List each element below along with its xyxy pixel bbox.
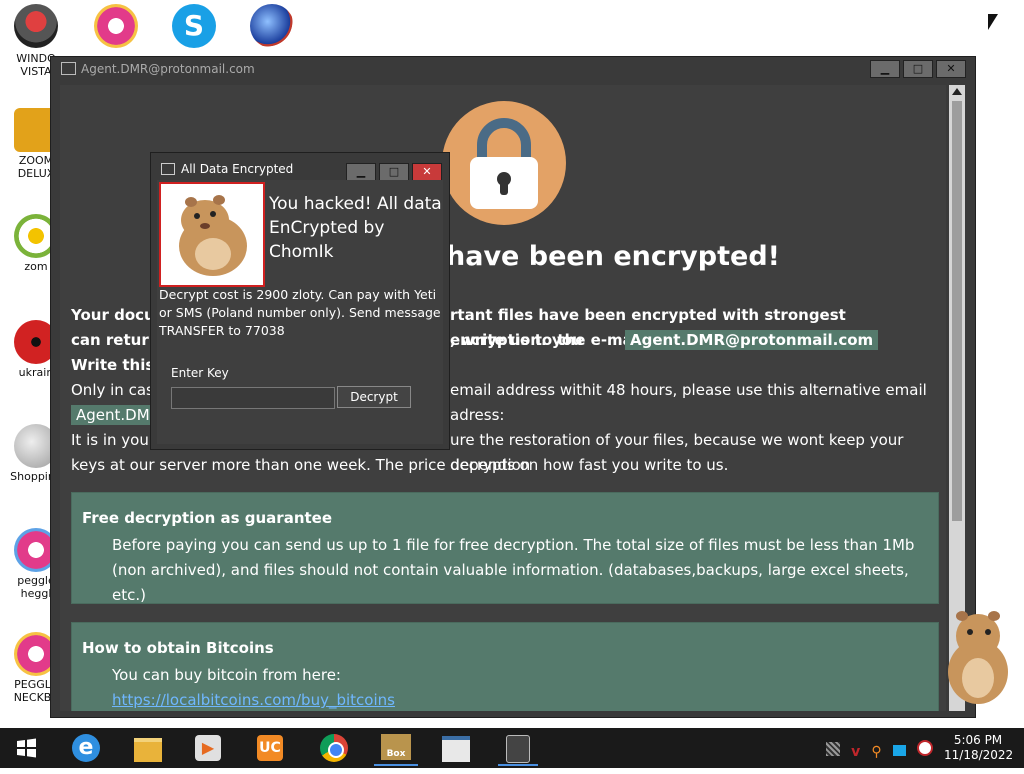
window-app-icon — [61, 62, 76, 75]
taskbar-uc-browser[interactable]: UC — [250, 732, 290, 764]
scrollbar-thumb[interactable] — [952, 101, 962, 521]
taskbar: e ▶ UC Box v ⚲ 5:06 PM 11/18/2022 — [0, 728, 1024, 768]
tray-search-icon[interactable]: ⚲ — [871, 744, 881, 760]
enter-key-label: Enter Key — [171, 366, 229, 380]
dialog-minimize-button[interactable]: ▁ — [346, 163, 376, 181]
para3-line2: keys at our server more than one week. T… — [71, 456, 729, 474]
tray-qr-icon[interactable] — [826, 742, 840, 756]
main-window-title: Agent.DMR@protonmail.com — [81, 62, 255, 76]
chrome-icon — [320, 734, 348, 762]
dialog-body: You hacked! All data EnCrypted by ChomIk… — [157, 180, 443, 444]
para1-line3: Write this — [71, 356, 155, 374]
taskbar-chrome[interactable] — [314, 732, 354, 764]
dialog-app-icon — [161, 163, 175, 175]
hamster-box-icon: Box — [381, 734, 411, 760]
para3-start: It is in your — [71, 431, 155, 449]
para1-start: Your docu — [71, 306, 155, 324]
system-tray: v ⚲ — [826, 740, 933, 760]
taskbar-hamster-box[interactable]: Box — [374, 732, 418, 766]
all-data-encrypted-dialog: All Data Encrypted ▁ □ ✕ You hacked! All d… — [150, 152, 450, 450]
lock-icon — [442, 101, 566, 225]
hamster-icon — [948, 611, 1008, 704]
bitcoin-link[interactable]: https://localbitcoins.com/buy_bitcoins — [112, 691, 395, 709]
hamster-image — [159, 182, 265, 287]
page-headline: have been encrypted! — [446, 241, 780, 272]
maximize-button[interactable]: □ — [903, 60, 933, 78]
desktop-icon-skype[interactable]: S — [158, 4, 230, 50]
main-window-titlebar[interactable]: Agent.DMR@protonmail.com ▁ □ ✕ — [51, 57, 975, 81]
dialog-maximize-button[interactable]: □ — [379, 163, 409, 181]
para1-line2-cont: , write us to the e-mail: — [450, 331, 650, 349]
ransom-app-icon — [506, 735, 530, 763]
start-button[interactable] — [6, 732, 46, 764]
desktop-icon-peggle[interactable] — [80, 4, 152, 50]
para1-line2-start: can return — [71, 331, 160, 349]
dialog-title: All Data Encrypted — [181, 162, 294, 176]
skype-icon: S — [172, 4, 216, 48]
taskbar-ransom-app[interactable] — [498, 732, 538, 766]
padlock-icon — [470, 118, 538, 209]
free-decryption-title: Free decryption as guarantee — [82, 509, 333, 527]
taskbar-window-app[interactable] — [436, 732, 476, 764]
dialog-description: Decrypt cost is 2900 zloty. Can pay with… — [159, 287, 441, 338]
bitcoin-title: How to obtain Bitcoins — [82, 639, 274, 657]
taskbar-media-player[interactable]: ▶ — [188, 732, 228, 764]
mouse-cursor-icon — [988, 14, 998, 30]
clock-time: 5:06 PM — [953, 733, 1003, 747]
minimize-button[interactable]: ▁ — [870, 60, 900, 78]
internet-explorer-icon: e — [72, 734, 100, 762]
free-decryption-box: Free decryption as guarantee Before payi… — [71, 492, 939, 604]
dialog-heading: You hacked! All data EnCrypted by ChomIk — [269, 194, 442, 262]
bitcoin-box: How to obtain Bitcoins You can buy bitco… — [71, 622, 939, 711]
decrypt-button[interactable]: Decrypt — [337, 386, 411, 408]
close-button[interactable]: ✕ — [936, 60, 966, 78]
corner-hamster-image — [936, 606, 1016, 714]
contact-email-highlight[interactable]: Agent.DMR@protonmail.com — [625, 330, 879, 350]
desktop-icon-browser[interactable] — [236, 4, 308, 50]
dialog-close-button[interactable]: ✕ — [412, 163, 442, 181]
tray-record-icon[interactable] — [916, 740, 933, 756]
windows-logo-icon — [17, 738, 36, 758]
window-app-icon — [442, 736, 470, 762]
para2-cont: email address withit 48 hours, please us… — [450, 381, 927, 424]
peggle-icon — [94, 4, 138, 48]
taskbar-clock[interactable]: 5:06 PM 11/18/2022 — [944, 733, 1014, 763]
scroll-up-arrow-icon[interactable] — [952, 88, 962, 95]
bitcoin-text: You can buy bitcoin from here: — [112, 666, 341, 684]
decryption-key-input[interactable] — [171, 387, 335, 409]
vista-orb-icon — [14, 4, 58, 48]
hamster-icon — [179, 195, 247, 276]
clock-date: 11/18/2022 — [944, 748, 1014, 762]
free-decryption-text: Before paying you can send us up to 1 fi… — [112, 536, 915, 604]
uc-browser-icon: UC — [257, 735, 283, 761]
media-player-icon: ▶ — [195, 735, 221, 761]
globe-icon — [250, 4, 294, 48]
tray-network-icon[interactable] — [892, 745, 906, 756]
taskbar-internet-explorer[interactable]: e — [66, 732, 106, 764]
folder-icon — [134, 738, 162, 762]
tray-v-icon[interactable]: v — [851, 744, 860, 760]
taskbar-file-explorer[interactable] — [128, 732, 168, 764]
